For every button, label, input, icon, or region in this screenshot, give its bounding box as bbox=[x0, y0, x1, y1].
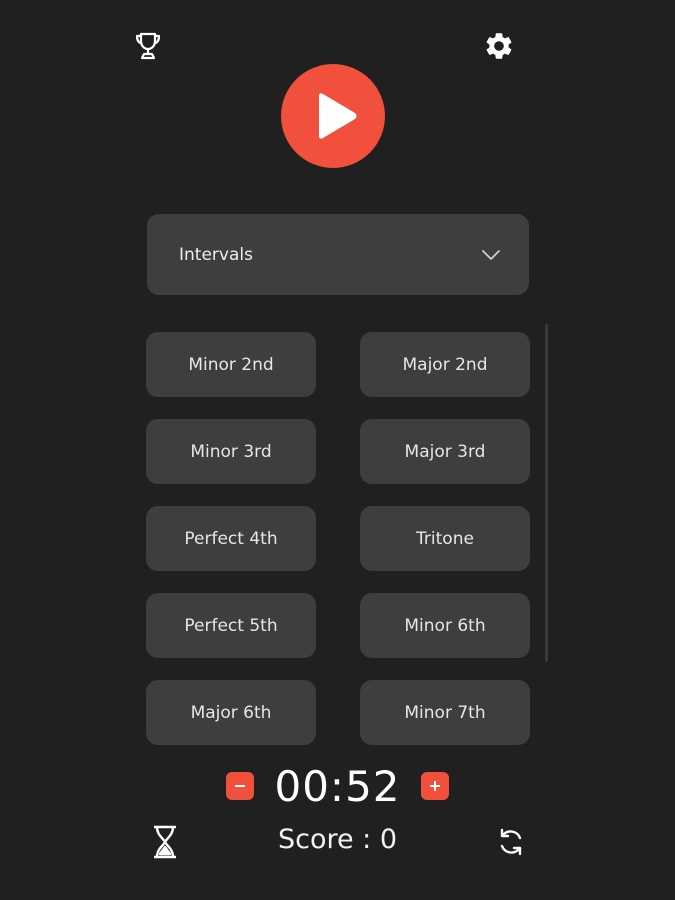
chevron-down-icon bbox=[482, 249, 500, 260]
option-major-6th[interactable]: Major 6th bbox=[146, 680, 316, 745]
interval-options: Minor 2nd Major 2nd Minor 3rd Major 3rd … bbox=[146, 332, 530, 745]
scrollbar[interactable] bbox=[545, 324, 548, 662]
dropdown-selected-label: Intervals bbox=[179, 244, 253, 265]
timer-display: 00:52 bbox=[274, 761, 401, 811]
category-dropdown[interactable]: Intervals bbox=[147, 214, 529, 295]
option-minor-3rd[interactable]: Minor 3rd bbox=[146, 419, 316, 484]
minus-icon bbox=[235, 785, 246, 787]
gear-icon[interactable] bbox=[483, 30, 515, 62]
bottom-bar: Score : 0 bbox=[0, 822, 675, 862]
option-minor-7th[interactable]: Minor 7th bbox=[360, 680, 530, 745]
option-perfect-4th[interactable]: Perfect 4th bbox=[146, 506, 316, 571]
plus-icon bbox=[429, 781, 440, 791]
decrease-time-button[interactable] bbox=[226, 772, 255, 800]
increase-time-button[interactable] bbox=[420, 772, 449, 800]
option-major-2nd[interactable]: Major 2nd bbox=[360, 332, 530, 397]
option-major-3rd[interactable]: Major 3rd bbox=[360, 419, 530, 484]
option-tritone[interactable]: Tritone bbox=[360, 506, 530, 571]
score-label: Score : 0 bbox=[277, 824, 398, 855]
play-icon bbox=[319, 93, 357, 139]
option-minor-6th[interactable]: Minor 6th bbox=[360, 593, 530, 658]
trophy-icon[interactable] bbox=[132, 30, 164, 62]
option-minor-2nd[interactable]: Minor 2nd bbox=[146, 332, 316, 397]
option-perfect-5th[interactable]: Perfect 5th bbox=[146, 593, 316, 658]
refresh-icon[interactable] bbox=[494, 824, 528, 860]
play-button[interactable] bbox=[281, 64, 385, 168]
timer-row: 00:52 bbox=[0, 758, 675, 814]
